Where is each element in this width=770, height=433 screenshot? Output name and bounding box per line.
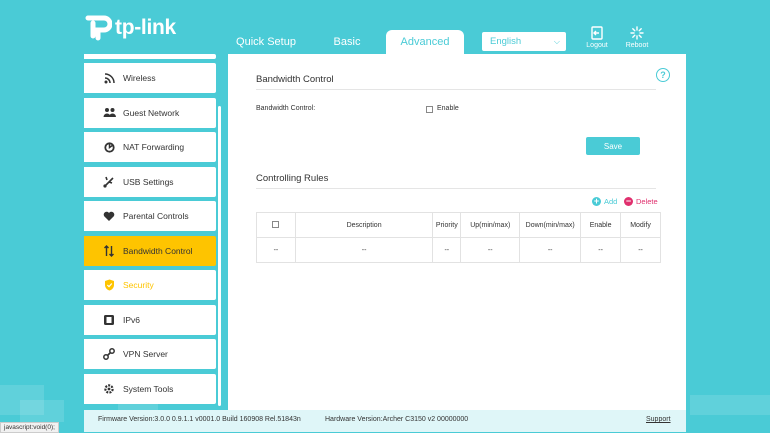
column-header: Up(min/max): [460, 212, 521, 238]
sidebar-item-label: USB Settings: [123, 176, 174, 187]
top-navigation: Quick Setup Basic Advanced: [222, 30, 464, 54]
table-cell: --: [580, 237, 622, 263]
background-decoration: [20, 400, 64, 422]
logout-button[interactable]: Logout: [582, 26, 612, 49]
sidebar-item-security[interactable]: Security: [84, 270, 216, 300]
sidebar-item-label: IPv6: [123, 314, 141, 325]
tab-basic[interactable]: Basic: [310, 30, 384, 54]
tplink-logo: tp-link: [84, 14, 176, 42]
sidebar-item-guest-network[interactable]: Guest Network: [84, 97, 216, 128]
chevron-down-icon: ⌵: [553, 36, 560, 46]
main-panel: Bandwidth Control ? Bandwidth Control: E…: [228, 54, 686, 410]
gear-icon: [102, 382, 116, 396]
reboot-icon: [630, 26, 644, 40]
vpn-icon: [102, 347, 116, 361]
select-all-cell: [256, 212, 296, 238]
nat-icon: [102, 140, 116, 154]
controlling-rules-title: Controlling Rules: [256, 173, 329, 184]
language-selected: English: [490, 36, 522, 47]
sidebar-item-label: Bandwidth Control: [123, 245, 193, 256]
select-all-checkbox[interactable]: [272, 220, 280, 228]
tplink-logo-icon: [85, 15, 112, 41]
reboot-label: Reboot: [625, 42, 649, 49]
brand-name: tp-link: [115, 16, 176, 39]
plus-circle-icon: +: [592, 196, 601, 206]
column-header: Down(min/max): [519, 212, 582, 238]
table-cell: --: [256, 237, 296, 263]
logout-icon: [591, 26, 603, 40]
minus-circle-icon: −: [624, 196, 633, 206]
bandwidth-control-label: Bandwidth Control:: [256, 105, 316, 112]
hardware-version: Hardware Version:Archer C3150 v2 0000000…: [325, 416, 469, 423]
sidebar-item-nat-forwarding[interactable]: NAT Forwarding: [84, 132, 216, 162]
browser-status-bar: javascript:void(0);: [0, 422, 59, 433]
logout-label: Logout: [586, 42, 608, 49]
column-header: Description: [294, 212, 434, 238]
sidebar-item-label: System Tools: [123, 383, 174, 394]
table-cell: --: [460, 237, 521, 263]
heart-icon: [102, 209, 116, 223]
column-header: Enable: [580, 212, 622, 238]
guest-icon: [102, 106, 116, 120]
reboot-button[interactable]: Reboot: [622, 26, 652, 49]
add-label: Add: [604, 197, 618, 206]
table-row: -- -- -- -- -- -- --: [256, 237, 661, 263]
sidebar-item-bandwidth-control[interactable]: Bandwidth Control: [84, 235, 216, 266]
column-header: Modify: [620, 212, 661, 238]
shield-icon: [102, 278, 116, 292]
table-cell: --: [432, 237, 462, 263]
column-header: Priority: [432, 212, 462, 238]
delete-label: Delete: [636, 197, 658, 206]
help-icon[interactable]: ?: [656, 68, 670, 82]
table-cell: --: [294, 237, 434, 263]
sidebar-item-vpn-server[interactable]: VPN Server: [84, 339, 216, 369]
tab-advanced[interactable]: Advanced: [386, 30, 464, 54]
sidebar-item-label: Guest Network: [123, 107, 180, 118]
sidebar-item-usb-settings[interactable]: USB Settings: [84, 166, 216, 197]
sidebar-item-ipv6[interactable]: IPv6: [84, 304, 216, 335]
sidebar-item-system-tools[interactable]: System Tools: [84, 373, 216, 404]
divider: [256, 188, 656, 189]
bandwidth-section-title: Bandwidth Control: [256, 74, 334, 85]
divider: [256, 89, 656, 90]
sidebar-scrollbar[interactable]: [218, 106, 221, 406]
save-button[interactable]: Save: [586, 137, 640, 155]
sidebar-item-label: Parental Controls: [123, 211, 189, 221]
usb-icon: [102, 175, 116, 189]
tab-quick-setup[interactable]: Quick Setup: [222, 30, 310, 54]
enable-checkbox[interactable]: [426, 106, 433, 113]
sidebar-item-parental-controls[interactable]: Parental Controls: [84, 201, 216, 231]
sidebar: Wireless Guest Network NAT Forwarding US…: [84, 54, 216, 410]
footer: Firmware Version:3.0.0 0.9.1.1 v0001.0 B…: [84, 410, 686, 432]
sidebar-item-label: NAT Forwarding: [123, 142, 185, 152]
wifi-icon: [102, 71, 116, 85]
sidebar-item-partial: [84, 54, 216, 59]
sidebar-item-label: VPN Server: [123, 349, 168, 359]
delete-button[interactable]: − Delete: [624, 197, 658, 206]
updown-arrows-icon: [102, 244, 116, 258]
sidebar-item-wireless[interactable]: Wireless: [84, 63, 216, 93]
table-header-row: Description Priority Up(min/max) Down(mi…: [256, 212, 661, 238]
table-cell: --: [620, 237, 661, 263]
support-link[interactable]: Support: [646, 416, 671, 423]
firmware-version: Firmware Version:3.0.0 0.9.1.1 v0001.0 B…: [98, 416, 301, 423]
background-decoration: [690, 395, 770, 415]
table-cell: --: [519, 237, 582, 263]
ipv6-icon: [102, 313, 116, 327]
rules-table: Description Priority Up(min/max) Down(mi…: [256, 212, 661, 263]
sidebar-item-label: Wireless: [123, 73, 156, 83]
enable-label: Enable: [437, 105, 459, 112]
language-select[interactable]: English ⌵: [482, 32, 566, 51]
sidebar-item-label: Security: [123, 280, 154, 290]
add-button[interactable]: + Add: [592, 197, 617, 206]
